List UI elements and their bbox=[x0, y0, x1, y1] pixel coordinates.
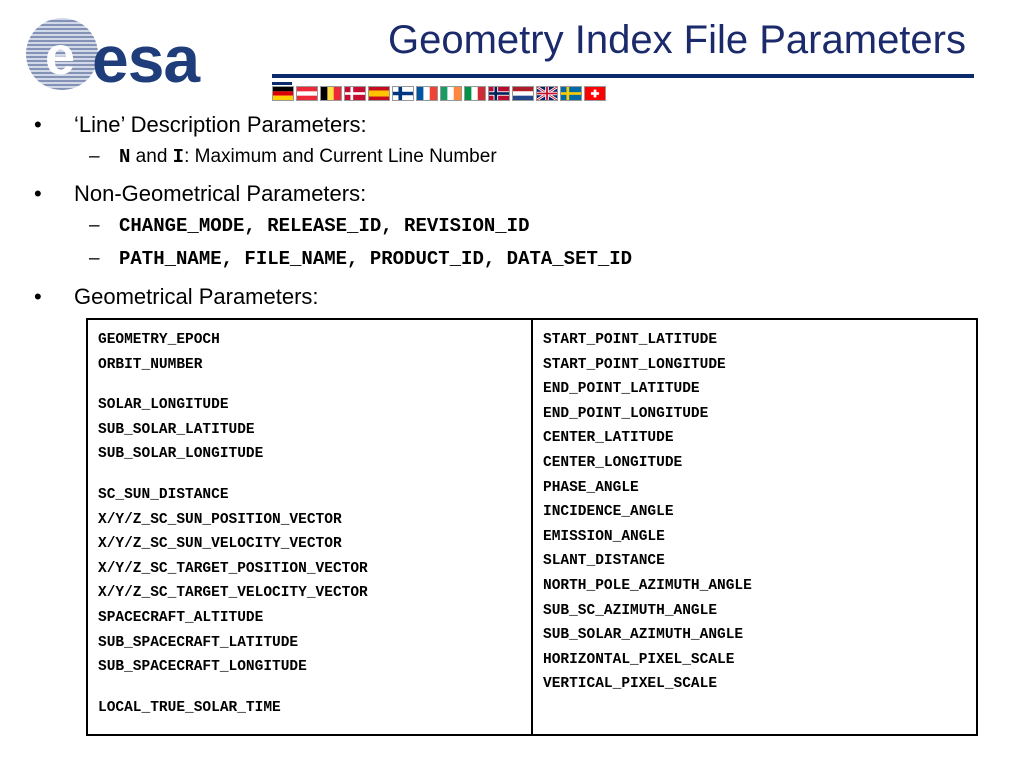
table-cell: END_POINT_LATITUDE bbox=[543, 381, 700, 398]
table-cell: SOLAR_LONGITUDE bbox=[98, 397, 229, 414]
germany-flag bbox=[272, 86, 294, 101]
table-cell: SUB_SPACECRAFT_LONGITUDE bbox=[98, 659, 307, 676]
switzerland-flag bbox=[584, 86, 606, 101]
param-i: I bbox=[172, 146, 185, 168]
sub-bullet-mode-ids: CHANGE_MODE, RELEASE_ID, REVISION_ID bbox=[89, 214, 530, 238]
logo-e-letter: e bbox=[45, 26, 76, 86]
sub-bullet-path-ids: PATH_NAME, FILE_NAME, PRODUCT_ID, DATA_S… bbox=[89, 247, 633, 271]
netherlands-flag bbox=[512, 86, 534, 101]
table-cell: NORTH_POLE_AZIMUTH_ANGLE bbox=[543, 577, 752, 594]
title-divider bbox=[272, 74, 974, 78]
italy-flag bbox=[464, 86, 486, 101]
sub-bullet-line-numbers: N and I: Maximum and Current Line Number bbox=[89, 145, 497, 169]
member-state-flags bbox=[272, 86, 606, 102]
denmark-flag bbox=[344, 86, 366, 101]
table-cell: X/Y/Z_SC_TARGET_VELOCITY_VECTOR bbox=[98, 585, 368, 602]
bullet-text: Non-Geometrical Parameters: bbox=[74, 181, 367, 206]
table-cell: SUB_SOLAR_AZIMUTH_ANGLE bbox=[543, 627, 744, 644]
table-column-right: START_POINT_LATITUDE START_POINT_LONGITU… bbox=[533, 320, 976, 734]
bullet-text: ‘Line’ Description Parameters: bbox=[74, 112, 367, 137]
table-cell: VERTICAL_PIXEL_SCALE bbox=[543, 676, 718, 693]
bullet-non-geometrical: Non-Geometrical Parameters: bbox=[34, 181, 367, 207]
finland-flag bbox=[392, 86, 414, 101]
uk-flag bbox=[536, 86, 558, 101]
logo-text: esa bbox=[92, 22, 200, 96]
norway-flag bbox=[488, 86, 510, 101]
connector-text: and bbox=[130, 146, 173, 167]
table-cell: X/Y/Z_SC_SUN_VELOCITY_VECTOR bbox=[98, 536, 342, 553]
france-flag bbox=[416, 86, 438, 101]
table-cell: HORIZONTAL_PIXEL_SCALE bbox=[543, 651, 735, 668]
bullet-geometrical: Geometrical Parameters: bbox=[34, 284, 319, 310]
table-cell: X/Y/Z_SC_SUN_POSITION_VECTOR bbox=[98, 511, 342, 528]
table-cell: START_POINT_LONGITUDE bbox=[543, 356, 726, 373]
table-cell: SUB_SPACECRAFT_LATITUDE bbox=[98, 634, 299, 651]
table-cell: SUB_SC_AZIMUTH_ANGLE bbox=[543, 602, 718, 619]
table-cell: LOCAL_TRUE_SOLAR_TIME bbox=[98, 699, 281, 716]
geometrical-parameters-table: GEOMETRY_EPOCH ORBIT_NUMBER SOLAR_LONGIT… bbox=[86, 318, 978, 736]
table-cell: CENTER_LONGITUDE bbox=[543, 454, 683, 471]
table-cell: CENTER_LATITUDE bbox=[543, 430, 674, 447]
logo-underline bbox=[272, 82, 292, 85]
table-cell: GEOMETRY_EPOCH bbox=[98, 332, 220, 348]
table-cell: PHASE_ANGLE bbox=[543, 479, 639, 496]
param-n: N bbox=[119, 146, 131, 168]
sweden-flag bbox=[560, 86, 582, 101]
table-cell: EMISSION_ANGLE bbox=[543, 528, 665, 545]
austria-flag bbox=[296, 86, 318, 101]
esa-logo: e esa bbox=[22, 14, 272, 106]
sub-bullet-code: PATH_NAME, FILE_NAME, PRODUCT_ID, DATA_S… bbox=[119, 248, 633, 270]
table-cell: ORBIT_NUMBER bbox=[98, 356, 203, 373]
bullet-line-description: ‘Line’ Description Parameters: bbox=[34, 112, 367, 138]
table-cell: SUB_SOLAR_LONGITUDE bbox=[98, 446, 264, 463]
table-cell: SUB_SOLAR_LATITUDE bbox=[98, 421, 255, 438]
bullet-text: Geometrical Parameters: bbox=[74, 284, 319, 309]
spain-flag bbox=[368, 86, 390, 101]
table-cell: X/Y/Z_SC_TARGET_POSITION_VECTOR bbox=[98, 560, 368, 577]
table-column-left: GEOMETRY_EPOCH ORBIT_NUMBER SOLAR_LONGIT… bbox=[88, 320, 533, 734]
table-cell: SLANT_DISTANCE bbox=[543, 553, 665, 570]
sub-bullet-code: CHANGE_MODE, RELEASE_ID, REVISION_ID bbox=[119, 215, 530, 237]
belgium-flag bbox=[320, 86, 342, 101]
table-cell: SPACECRAFT_ALTITUDE bbox=[98, 609, 264, 626]
table-cell: START_POINT_LATITUDE bbox=[543, 332, 718, 348]
page-title: Geometry Index File Parameters bbox=[388, 18, 966, 62]
ireland-flag bbox=[440, 86, 462, 101]
table-cell: SC_SUN_DISTANCE bbox=[98, 486, 229, 503]
table-cell: INCIDENCE_ANGLE bbox=[543, 504, 674, 521]
table-cell: END_POINT_LONGITUDE bbox=[543, 405, 709, 422]
sub-bullet-text: : Maximum and Current Line Number bbox=[184, 146, 497, 167]
